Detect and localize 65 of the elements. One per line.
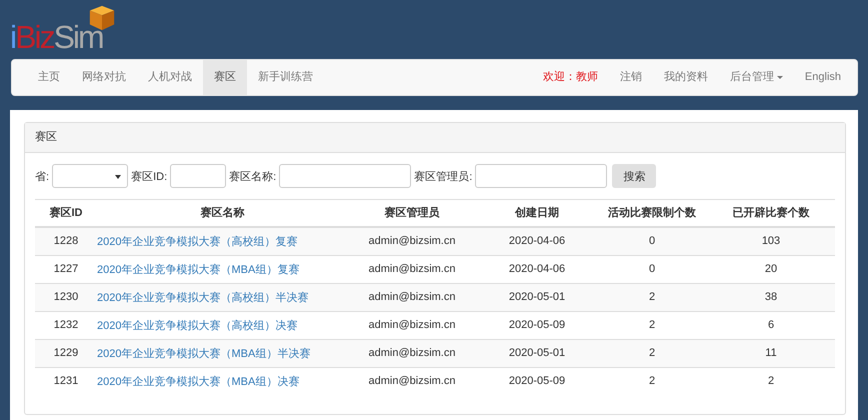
nav-link[interactable]: 我的资料 (652, 60, 719, 95)
table-cell: 11 (765, 347, 777, 359)
table-cell: admin@bizsim.cn (368, 375, 456, 387)
filter-label: 赛区管理员: (414, 170, 472, 184)
table-cell: 2 (648, 319, 656, 331)
table-cell: 1229 (54, 347, 78, 359)
nav-tab[interactable]: 网络对抗 (71, 60, 137, 95)
region-link[interactable]: 2020年企业竞争模拟大赛（高校组）决赛 (97, 320, 298, 332)
welcome-text: 欢迎：教师 (542, 70, 599, 85)
nav-link[interactable]: 注销 (608, 60, 653, 95)
table-cell: 2 (648, 291, 656, 303)
table-cell: 2020-04-06 (508, 263, 566, 275)
caret-icon (776, 76, 783, 79)
table-cell: 2020-04-06 (508, 235, 566, 247)
region-link[interactable]: 2020年企业竞争模拟大赛（MBA组）复赛 (97, 264, 300, 276)
nav-tab[interactable]: 新手训练营 (247, 60, 324, 95)
province-select[interactable] (52, 164, 128, 188)
filter-label: 赛区ID: (131, 170, 168, 184)
table-cell: admin@bizsim.cn (368, 263, 456, 275)
filter-label: 省: (35, 170, 50, 184)
nav-tab[interactable]: 赛区 (203, 60, 247, 95)
region-link[interactable]: 2020年企业竞争模拟大赛（MBA组）决赛 (97, 376, 300, 388)
table-cell: 1230 (54, 291, 78, 303)
table-cell: 2 (648, 347, 656, 359)
table-cell: 103 (762, 235, 780, 247)
table-cell: 1228 (54, 235, 78, 247)
filter-label: 赛区名称: (229, 170, 276, 184)
nav-link[interactable]: English (794, 60, 852, 95)
column-header: 赛区管理员 (384, 207, 440, 220)
table-cell: 0 (648, 263, 656, 275)
table-cell: 2 (648, 375, 656, 387)
search-button[interactable]: 搜索 (612, 164, 656, 188)
table-cell: 1232 (54, 319, 78, 331)
input-field[interactable] (475, 164, 608, 188)
input-field[interactable] (170, 164, 226, 188)
column-header: 赛区ID (50, 207, 82, 220)
region-link[interactable]: 2020年企业竞争模拟大赛（高校组）复赛 (97, 236, 298, 248)
column-header: 已开辟比赛个数 (732, 207, 810, 220)
table-cell: admin@bizsim.cn (368, 235, 456, 247)
table-cell: 2020-05-01 (508, 347, 566, 359)
table-cell: admin@bizsim.cn (368, 347, 456, 359)
region-link[interactable]: 2020年企业竞争模拟大赛（MBA组）半决赛 (97, 348, 310, 360)
table-cell: admin@bizsim.cn (368, 291, 456, 303)
table-cell: 1227 (54, 263, 78, 275)
table-cell: 0 (648, 235, 656, 247)
caret-icon (115, 175, 122, 179)
table-cell: admin@bizsim.cn (368, 319, 456, 331)
nav-tab[interactable]: 主页 (27, 60, 71, 95)
table-cell: 2020-05-09 (508, 375, 566, 387)
table-cell: 6 (768, 319, 774, 331)
logo[interactable]: iBizSim (10, 22, 103, 52)
input-field[interactable] (279, 164, 412, 188)
column-header: 赛区名称 (200, 207, 244, 220)
admin-menu[interactable]: 后台管理 (718, 60, 794, 95)
nav-tab[interactable]: 人机对战 (137, 60, 203, 95)
column-header: 活动比赛限制个数 (608, 207, 696, 220)
table-cell: 2020-05-09 (508, 319, 566, 331)
table-cell: 20 (764, 263, 778, 275)
panel-title: 赛区 (35, 131, 57, 143)
table-cell: 2 (768, 375, 774, 387)
table-cell: 2020-05-01 (508, 291, 566, 303)
table-cell: 1231 (54, 375, 78, 387)
table-cell: 38 (764, 291, 778, 303)
region-link[interactable]: 2020年企业竞争模拟大赛（高校组）半决赛 (97, 292, 308, 304)
column-header: 创建日期 (515, 207, 559, 220)
